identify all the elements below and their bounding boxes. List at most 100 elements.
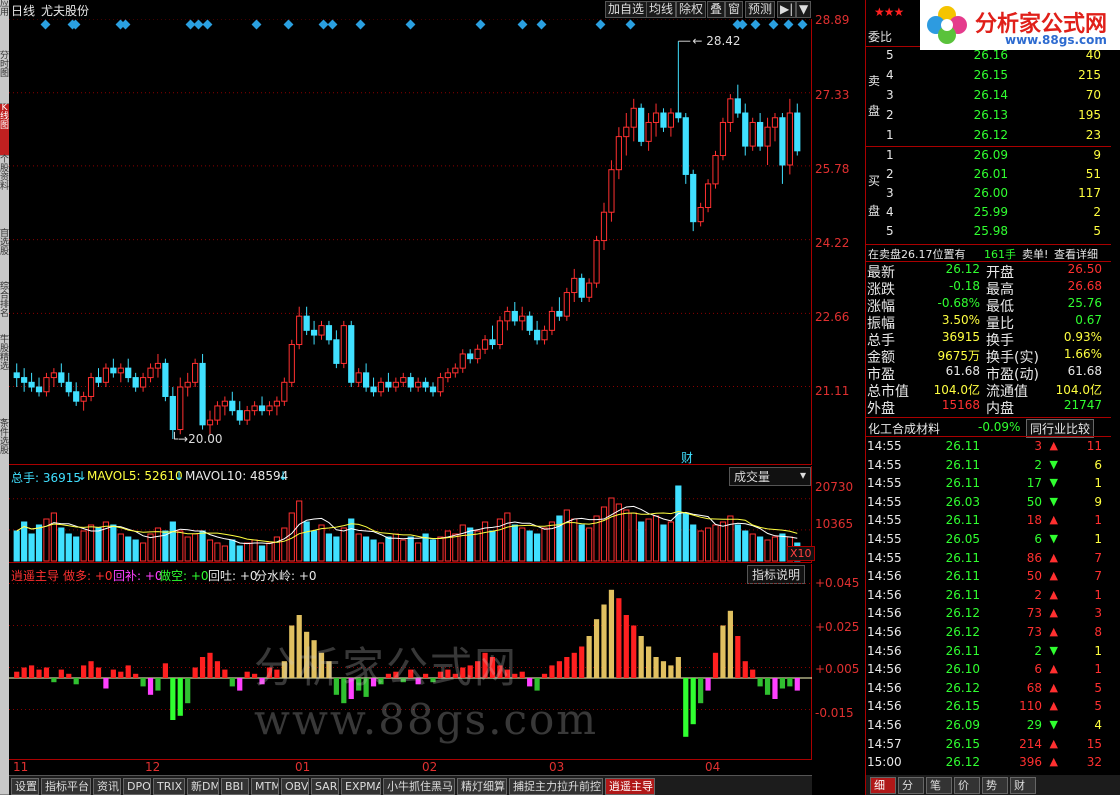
left-tab[interactable]: K线图: [0, 104, 9, 156]
indicator-tab[interactable]: 精灯细算: [457, 778, 507, 795]
tick-volume: 29: [1026, 718, 1042, 732]
candle-body: [303, 315, 310, 331]
volume-bar: [13, 530, 20, 562]
industry-name[interactable]: 化工合成材料: [868, 420, 940, 437]
volume-bar: [667, 521, 675, 562]
tick-price: 26.11: [945, 569, 980, 584]
tick-count: 1: [1094, 476, 1102, 491]
candle-body: [370, 386, 377, 393]
candle-body: [87, 377, 95, 397]
arrow-up-icon: ▲: [1049, 606, 1058, 620]
candle-body: [593, 240, 600, 284]
indicator-bar: [118, 671, 124, 678]
price-tick: 22.66: [815, 310, 850, 324]
indicator-tab[interactable]: DPO: [123, 778, 151, 795]
candle-body: [102, 367, 110, 383]
indicator-tab[interactable]: SAR: [311, 778, 339, 795]
date-tick: 02: [422, 760, 438, 774]
candle-body: [21, 377, 28, 383]
tick-count: 11: [1086, 439, 1102, 453]
detail-tab[interactable]: 财: [1010, 777, 1036, 794]
detail-tab[interactable]: 细: [870, 777, 896, 794]
tick-count: 5: [1094, 699, 1102, 714]
forecast-button[interactable]: 预测: [745, 1, 776, 18]
ma-button[interactable]: 均线: [646, 1, 677, 18]
low-label: └→20.00: [171, 431, 223, 446]
indicator-tab[interactable]: TRIX: [153, 778, 185, 795]
exright-button[interactable]: 除权: [676, 1, 707, 18]
volume-chart[interactable]: 总手: 36915 ↓ MAVOL5: 52610 ↓ MAVOL10: 485…: [9, 466, 815, 563]
left-tab[interactable]: 自选股: [0, 230, 9, 283]
left-tab[interactable]: 应用: [0, 0, 9, 52]
indicator-tab[interactable]: 设置: [11, 778, 39, 795]
candle-body: [563, 292, 570, 317]
tick-count: 3: [1094, 606, 1102, 621]
view-detail-link[interactable]: 查看详细: [1054, 246, 1098, 262]
dropdown-arrow-icon[interactable]: ▼: [796, 1, 812, 18]
date-tick: 11: [13, 760, 29, 774]
tick-price: 26.09: [945, 718, 980, 732]
volume-bar: [444, 530, 451, 562]
volume-bar: [169, 521, 176, 562]
volume-bar: [511, 524, 518, 562]
candle-body: [377, 381, 385, 393]
left-tab[interactable]: 条件选股: [0, 420, 9, 795]
tick-count: 1: [1094, 643, 1102, 658]
candle-body: [348, 325, 355, 383]
add-favorite-button[interactable]: 加自选: [605, 1, 648, 18]
indicator-tab[interactable]: EXPMA: [341, 778, 381, 795]
indicator-tab[interactable]: OBV: [281, 778, 309, 795]
tick-price: 26.05: [945, 532, 980, 546]
sell-price: 26.14: [973, 88, 1008, 102]
left-tab[interactable]: 综合排名: [0, 283, 9, 336]
indicator-tab[interactable]: 指标平台: [41, 778, 91, 795]
candle-body: [340, 325, 347, 364]
volume-bar: [58, 527, 65, 562]
indicator-tab[interactable]: 逍遥主导: [605, 778, 655, 795]
candle-body: [296, 315, 303, 346]
arrow-down-icon: ▼: [1049, 494, 1058, 508]
candle-body: [154, 362, 162, 369]
left-tab[interactable]: 个股资料: [0, 156, 9, 230]
top-bar: 日线 尤夫股份 加自选 均线 除权 叠 窗 预测 ▶| ▼: [9, 0, 812, 19]
volume-bar: [296, 500, 303, 562]
candle-body: [169, 395, 176, 431]
buy-price: 25.99: [973, 205, 1008, 219]
fullscreen-arrow-icon[interactable]: ▶|: [777, 1, 797, 18]
indicator-tab[interactable]: 小牛抓住黑马: [383, 778, 455, 795]
quote-label: 外盘: [867, 401, 895, 417]
indicator-tab[interactable]: BBI: [221, 778, 249, 795]
detail-tab[interactable]: 笔: [926, 777, 952, 794]
indicator-tab[interactable]: MTM: [251, 778, 279, 795]
indicator-chart[interactable]: 逍遥主导 做多: +0 回补: +0 做空: +0 回吐: +0 分水岭: +0…: [9, 564, 812, 759]
indicator-tab[interactable]: 捕捉主力拉升前控: [509, 778, 603, 795]
kline-chart[interactable]: ← 28.42 └→20.00 财: [9, 18, 812, 465]
indicator-bar: [125, 665, 131, 678]
left-tab[interactable]: 牛股精选: [0, 336, 9, 420]
detail-tab[interactable]: 势: [982, 777, 1008, 794]
overlay-button[interactable]: 叠: [707, 1, 726, 18]
volume-bar: [370, 539, 377, 562]
window-button[interactable]: 窗: [725, 1, 744, 18]
tick-price: 26.11: [945, 643, 980, 658]
tick-time: 14:56: [867, 625, 902, 639]
candle-body: [132, 377, 139, 388]
period-label[interactable]: 日线: [11, 2, 35, 19]
detail-tab[interactable]: 分: [898, 777, 924, 794]
candle-body: [548, 310, 556, 331]
quote-value: 61.68: [1067, 364, 1102, 378]
candle-body: [273, 400, 281, 407]
detail-tab[interactable]: 价: [954, 777, 980, 794]
candle-body: [415, 381, 422, 388]
volume-bar: [355, 533, 362, 562]
tick-count: 15: [1086, 736, 1102, 751]
indicator-tab[interactable]: 新DMA: [187, 778, 219, 795]
indicator-bar: [14, 671, 20, 678]
left-tab[interactable]: 分时图: [0, 52, 9, 104]
tick-price: 26.11: [945, 550, 980, 565]
indicator-bar: [192, 667, 198, 678]
order-notice: 在卖盘26.17位置有: [868, 248, 966, 261]
indicator-bar: [88, 661, 94, 678]
indicator-tab[interactable]: 资讯: [93, 778, 121, 795]
tick-count: 8: [1094, 625, 1102, 639]
